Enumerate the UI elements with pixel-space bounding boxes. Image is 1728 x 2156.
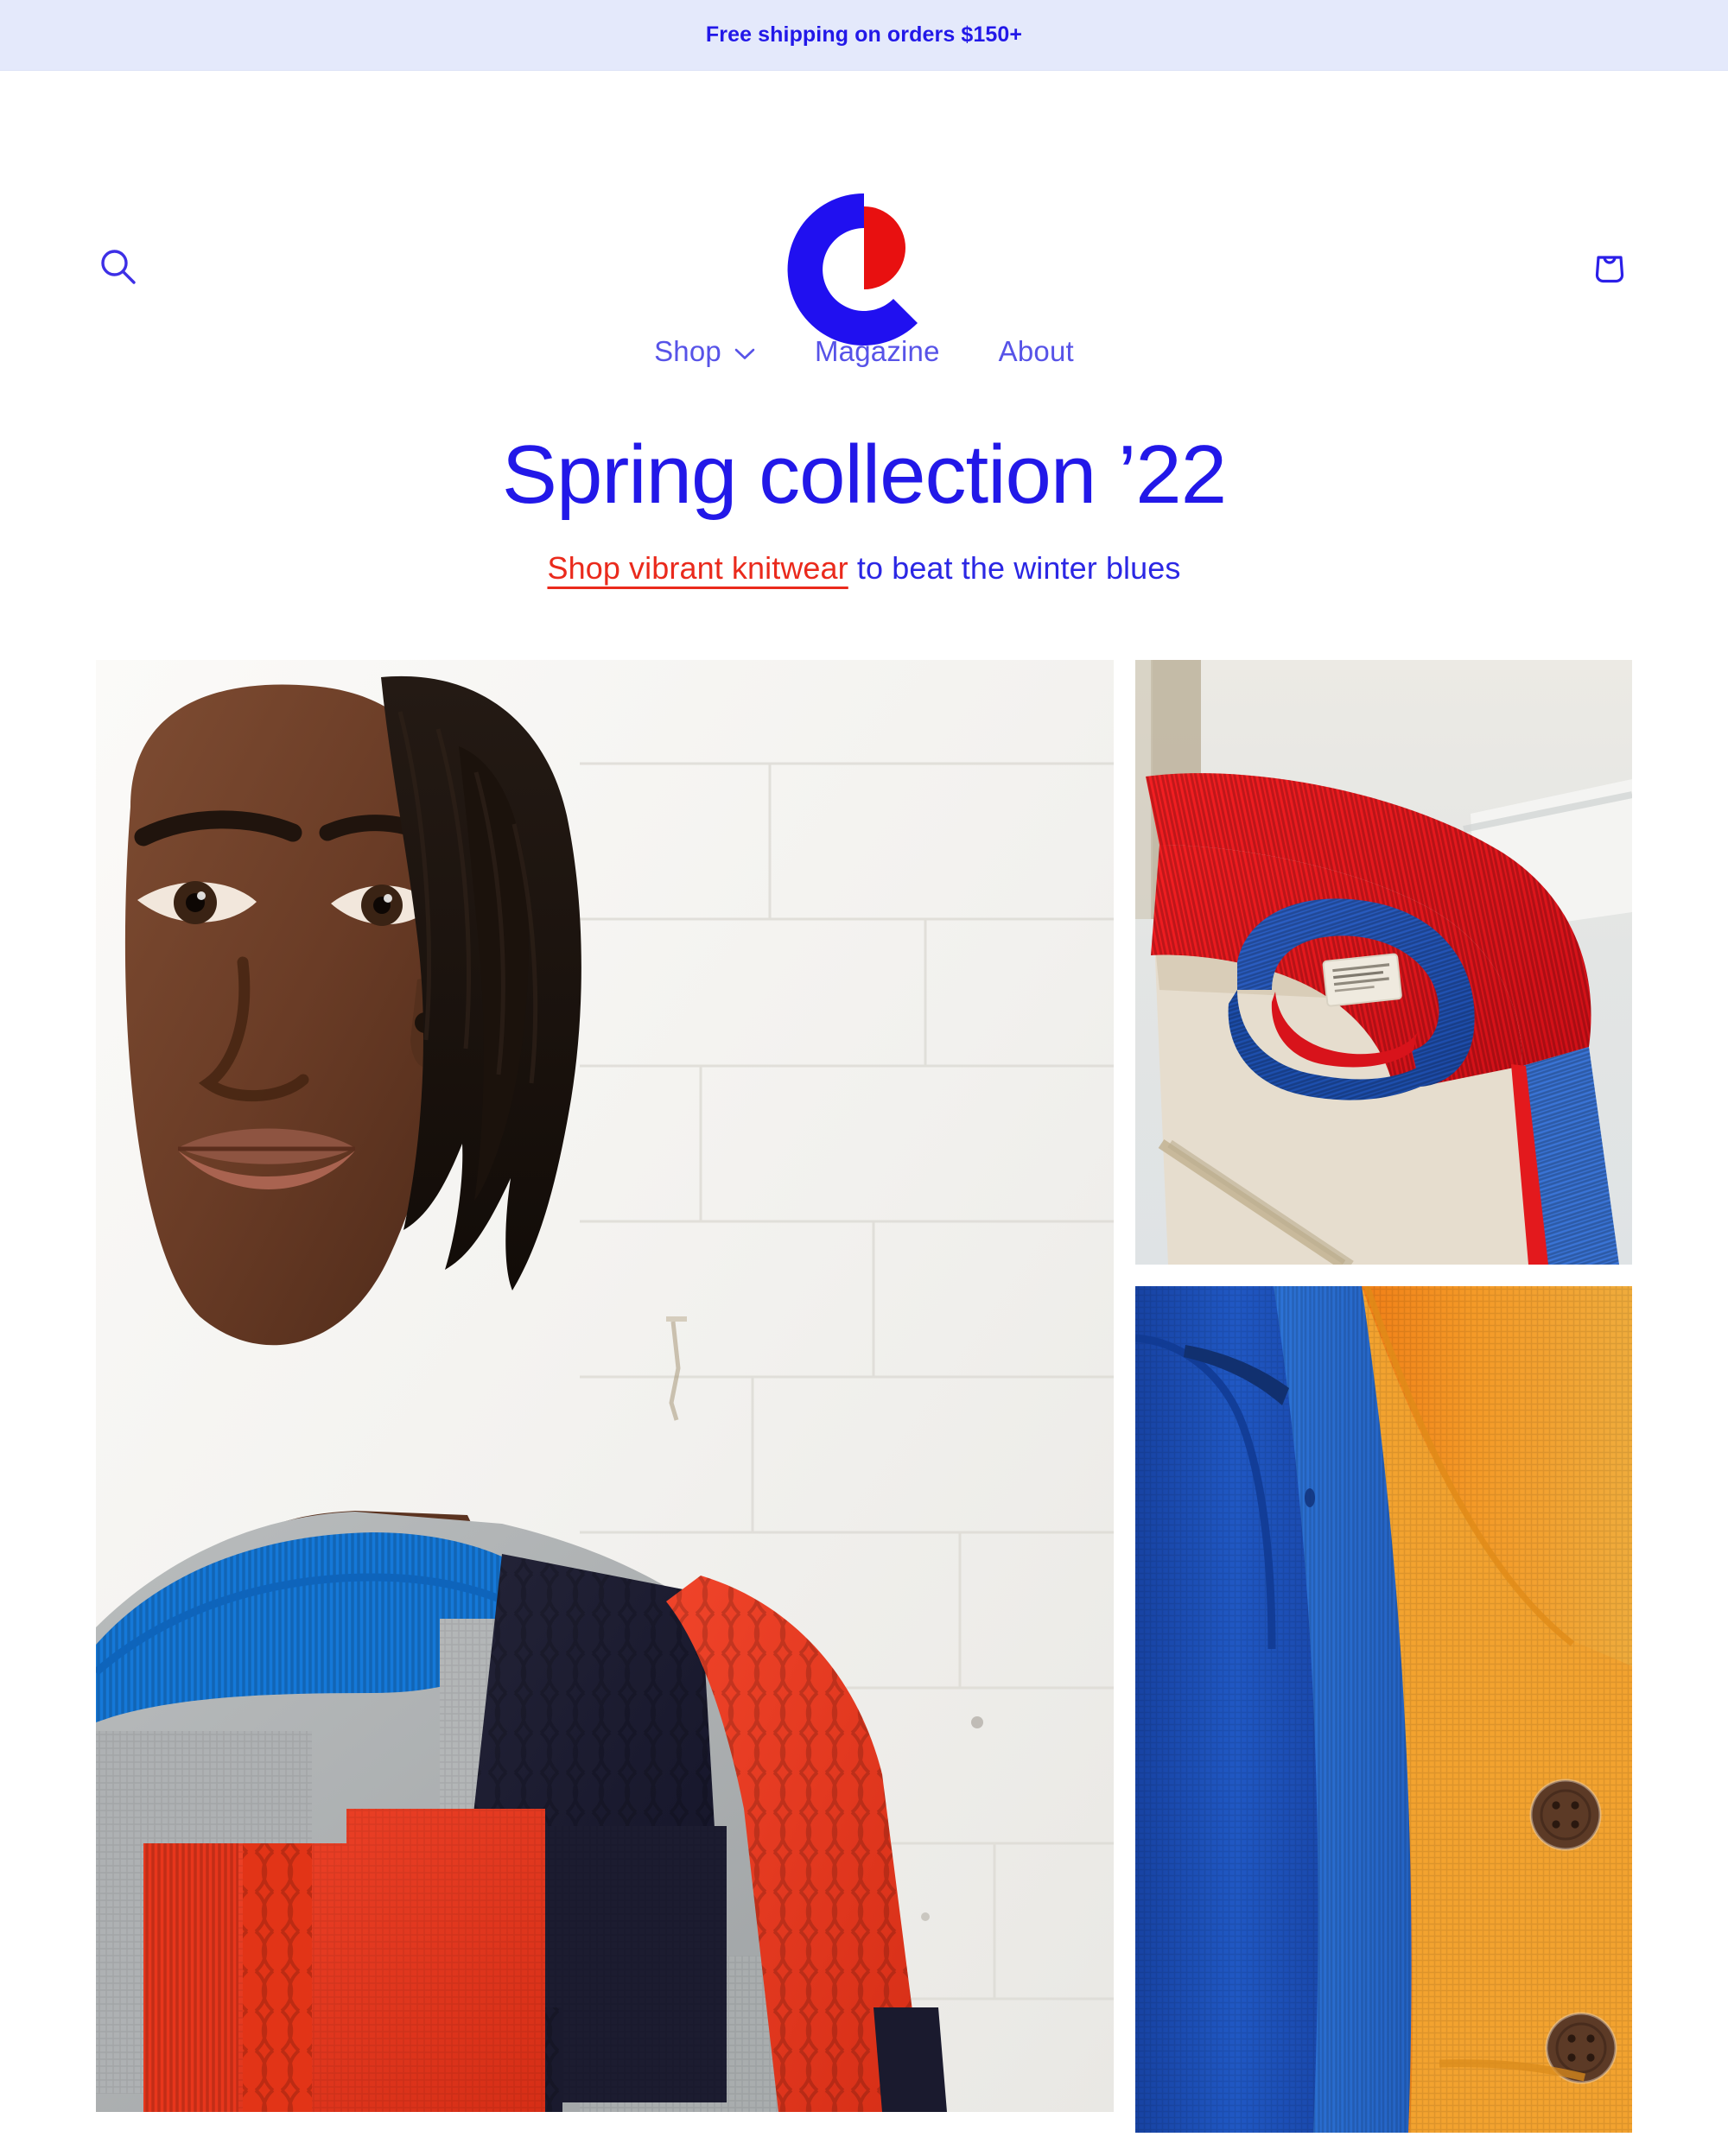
cart-button[interactable]: [1578, 235, 1642, 299]
hero-image-model[interactable]: [96, 659, 1114, 2112]
page-title: Spring collection ’22: [501, 428, 1227, 521]
hero-subtitle: Shop vibrant knitwear to beat the winter…: [0, 550, 1728, 587]
media-column-right: [1135, 659, 1632, 2133]
product-image-cardigan[interactable]: [1135, 1285, 1632, 2133]
product-image-sweater-detail[interactable]: [1135, 659, 1632, 1265]
nav-item-about-label: About: [998, 335, 1074, 367]
media-column-left: [96, 659, 1114, 2112]
shop-knitwear-link[interactable]: Shop vibrant knitwear: [547, 550, 848, 586]
media-grid: [96, 659, 1632, 2133]
search-button[interactable]: [86, 235, 150, 299]
hero-section: Spring collection ’22 Shop vibrant knitw…: [0, 380, 1728, 587]
announcement-text: Free shipping on orders $150+: [705, 22, 1023, 47]
nav-item-about[interactable]: About: [992, 330, 1081, 373]
sweater-detail-photo: [1135, 659, 1632, 1265]
chevron-down-icon: [734, 335, 756, 368]
nav-item-shop-label: Shop: [654, 335, 721, 367]
nav-item-shop[interactable]: Shop: [647, 330, 763, 373]
cardigan-photo: [1135, 1285, 1632, 2133]
shopping-bag-icon: [1589, 246, 1630, 288]
logo[interactable]: [778, 183, 950, 347]
hero-subtitle-rest: to beat the winter blues: [848, 549, 1181, 586]
site-header: [0, 71, 1728, 346]
announcement-bar: Free shipping on orders $150+: [0, 0, 1728, 71]
logo-icon: [787, 193, 918, 346]
model-photo: [96, 659, 1114, 2112]
search-icon: [97, 245, 140, 289]
